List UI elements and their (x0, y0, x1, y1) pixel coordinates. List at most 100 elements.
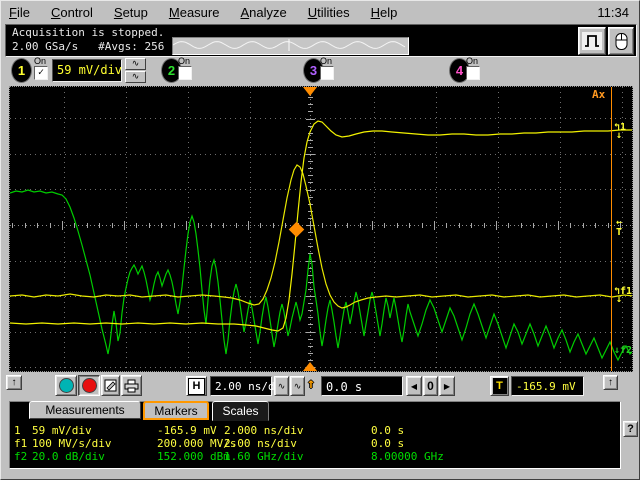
channel-3-on-checkbox[interactable] (320, 66, 334, 80)
trigger-level-marker[interactable]: ← T (616, 218, 632, 238)
copy-icon (104, 379, 117, 392)
waveform-preview-strip[interactable] (172, 37, 409, 55)
trigger-time-marker-bottom-icon[interactable] (303, 362, 317, 371)
horizontal-trigger-bar: ↑ H 2.00 ns/div ∿ ∿ ↑ 0.0 s ◀ 0 ▶ T -165… (1, 373, 639, 402)
menu-item-utilities[interactable]: Utilities (308, 5, 350, 20)
timebase-expand-button[interactable]: ∿ (274, 376, 289, 396)
scales-row-f2: f2 20.0 dB/div 152.000 dBm 1.60 GHz/div 8.00… (10, 450, 620, 463)
trigger-marker-label: T (616, 227, 623, 238)
print-button[interactable] (121, 375, 142, 396)
channel-1-scale-down-button[interactable]: ∿ (125, 71, 146, 83)
tab-label: Measurements (45, 403, 125, 417)
trigger-button-label: T (492, 378, 507, 394)
waveform-traces (10, 120, 632, 362)
horizontal-scale-field[interactable]: 2.00 ns/div (210, 376, 288, 396)
f2-ground-marker[interactable]: ↓f2 (614, 346, 632, 356)
scales-1-xscale: 2.000 ns/div (224, 424, 304, 437)
scales-f2-xpos: 8.00000 GHz (371, 450, 444, 463)
status-bar: Acquisition is stopped. 2.00 GSa/s #Avgs… (5, 24, 637, 57)
pulse-display-button[interactable] (578, 27, 606, 55)
stop-icon (81, 378, 97, 393)
run-icon (58, 378, 74, 393)
scales-f2-id: f2 (14, 450, 28, 463)
menu-item-file[interactable]: File (9, 5, 30, 20)
pulse-icon (582, 32, 602, 50)
f2-marker-label: f2 (620, 345, 633, 356)
tab-label: Scales (222, 404, 259, 418)
channel-bar: 1 On ✓ 59 mV/div ∿ ∿ 2 On 3 On 4 On (1, 56, 639, 86)
trigger-time-marker-top-icon[interactable] (303, 87, 317, 96)
sample-rate-averages-text: 2.00 GSa/s #Avgs: 256 (12, 40, 165, 53)
channel-4-on-checkbox[interactable] (466, 66, 480, 80)
channel-2-label: 2 (167, 63, 176, 78)
trace-f2 (10, 189, 632, 362)
menu-item-setup[interactable]: Setup (114, 5, 148, 20)
channel-1-scale-up-button[interactable]: ∿ (125, 58, 146, 70)
menu-bar: File Control Setup Measure Analyze Utilities H… (1, 1, 639, 24)
scales-f1-id: f1 (14, 437, 28, 450)
menu-item-control[interactable]: Control (51, 5, 93, 20)
channel-1-scale-field[interactable]: 59 mV/div (52, 59, 122, 82)
scales-1-offset: -165.9 mV (157, 424, 217, 437)
tab-markers[interactable]: Markers (143, 401, 209, 420)
stop-button[interactable] (78, 375, 100, 396)
channel-1-on-label: On (34, 56, 47, 66)
trace-ch1 (10, 120, 632, 332)
channel-2-on-checkbox[interactable] (178, 66, 192, 80)
menu-items: File Control Setup Measure Analyze Utilities H… (9, 5, 418, 20)
ax-marker-label: Ax (592, 88, 606, 101)
position-left-button[interactable]: ◀ (406, 376, 422, 396)
mouse-settings-button[interactable] (608, 27, 634, 55)
ax-marker-line[interactable] (611, 87, 612, 371)
expand-left-button[interactable]: ↑ (6, 375, 22, 390)
scales-1-id: 1 (14, 424, 21, 437)
trigger-slope-button[interactable]: ↑ (603, 375, 618, 390)
timebase-compress-button[interactable]: ∿ (290, 376, 305, 396)
copy-screen-button[interactable] (101, 375, 120, 396)
scales-f2-scale: 20.0 dB/div (32, 450, 105, 463)
horizontal-settings-button[interactable]: H (186, 376, 207, 396)
channel-1-on-checkbox[interactable]: ✓ (34, 66, 48, 80)
mouse-icon (615, 32, 627, 50)
run-button[interactable] (55, 375, 77, 396)
channel-1-label: 1 (17, 63, 26, 78)
waveform-preview-icon (172, 39, 406, 51)
scales-f1-scale: 100 MV/s/div (32, 437, 112, 450)
help-button[interactable]: ? (623, 421, 638, 437)
scales-1-xpos: 0.0 s (371, 424, 405, 437)
menu-item-help[interactable]: Help (371, 5, 398, 20)
horizontal-button-label: H (188, 377, 205, 395)
f1-ground-marker[interactable]: ↰f1 ↓ (614, 287, 632, 305)
position-zero-button[interactable]: 0 (423, 376, 438, 396)
oscilloscope-window: File Control Setup Measure Analyze Utilities H… (0, 0, 640, 480)
clock: 11:34 (597, 5, 629, 20)
tab-label: Markers (154, 403, 198, 418)
tab-scales[interactable]: Scales (212, 401, 269, 421)
scales-1-scale: 59 mV/div (32, 424, 92, 437)
channel-4-label: 4 (455, 63, 464, 78)
ch1-ground-marker[interactable]: ↰1 ↓ (614, 123, 626, 141)
printer-icon (124, 379, 139, 392)
acquisition-status-text: Acquisition is stopped. (12, 26, 165, 39)
channel-1-button[interactable]: 1 (11, 58, 32, 83)
position-right-button[interactable]: ▶ (439, 376, 455, 396)
trace-f1 (10, 164, 632, 309)
trigger-level-field[interactable]: -165.9 mV (511, 376, 584, 396)
scales-f2-offset: 152.000 dBm (157, 450, 230, 463)
scales-f1-xscale: 2.00 ns/div (224, 437, 297, 450)
scales-f1-xpos: 0.0 s (371, 437, 405, 450)
menu-item-measure[interactable]: Measure (169, 5, 220, 20)
trigger-slope-rising-icon: ↑ (306, 376, 316, 392)
channel-3-label: 3 (309, 63, 318, 78)
horizontal-position-field[interactable]: 0.0 s (321, 376, 403, 396)
scales-f2-xscale: 1.60 GHz/div (224, 450, 304, 463)
trigger-settings-button[interactable]: T (490, 376, 509, 396)
scales-row-1: 1 59 mV/div -165.9 mV 2.000 ns/div 0.0 s (10, 424, 620, 437)
scales-row-f1: f1 100 MV/s/div 200.000 MV/s 2.00 ns/div 0.0… (10, 437, 620, 450)
channel-3-on-label: On (320, 56, 333, 66)
tab-measurements[interactable]: Measurements (29, 401, 141, 419)
channel-2-on-label: On (178, 56, 191, 66)
menu-item-analyze[interactable]: Analyze (240, 5, 286, 20)
waveform-display: Ax ↰1 ↓ ← T ↰f1 ↓ ↓f2 (9, 86, 633, 372)
channel-4-on-label: On (466, 56, 479, 66)
